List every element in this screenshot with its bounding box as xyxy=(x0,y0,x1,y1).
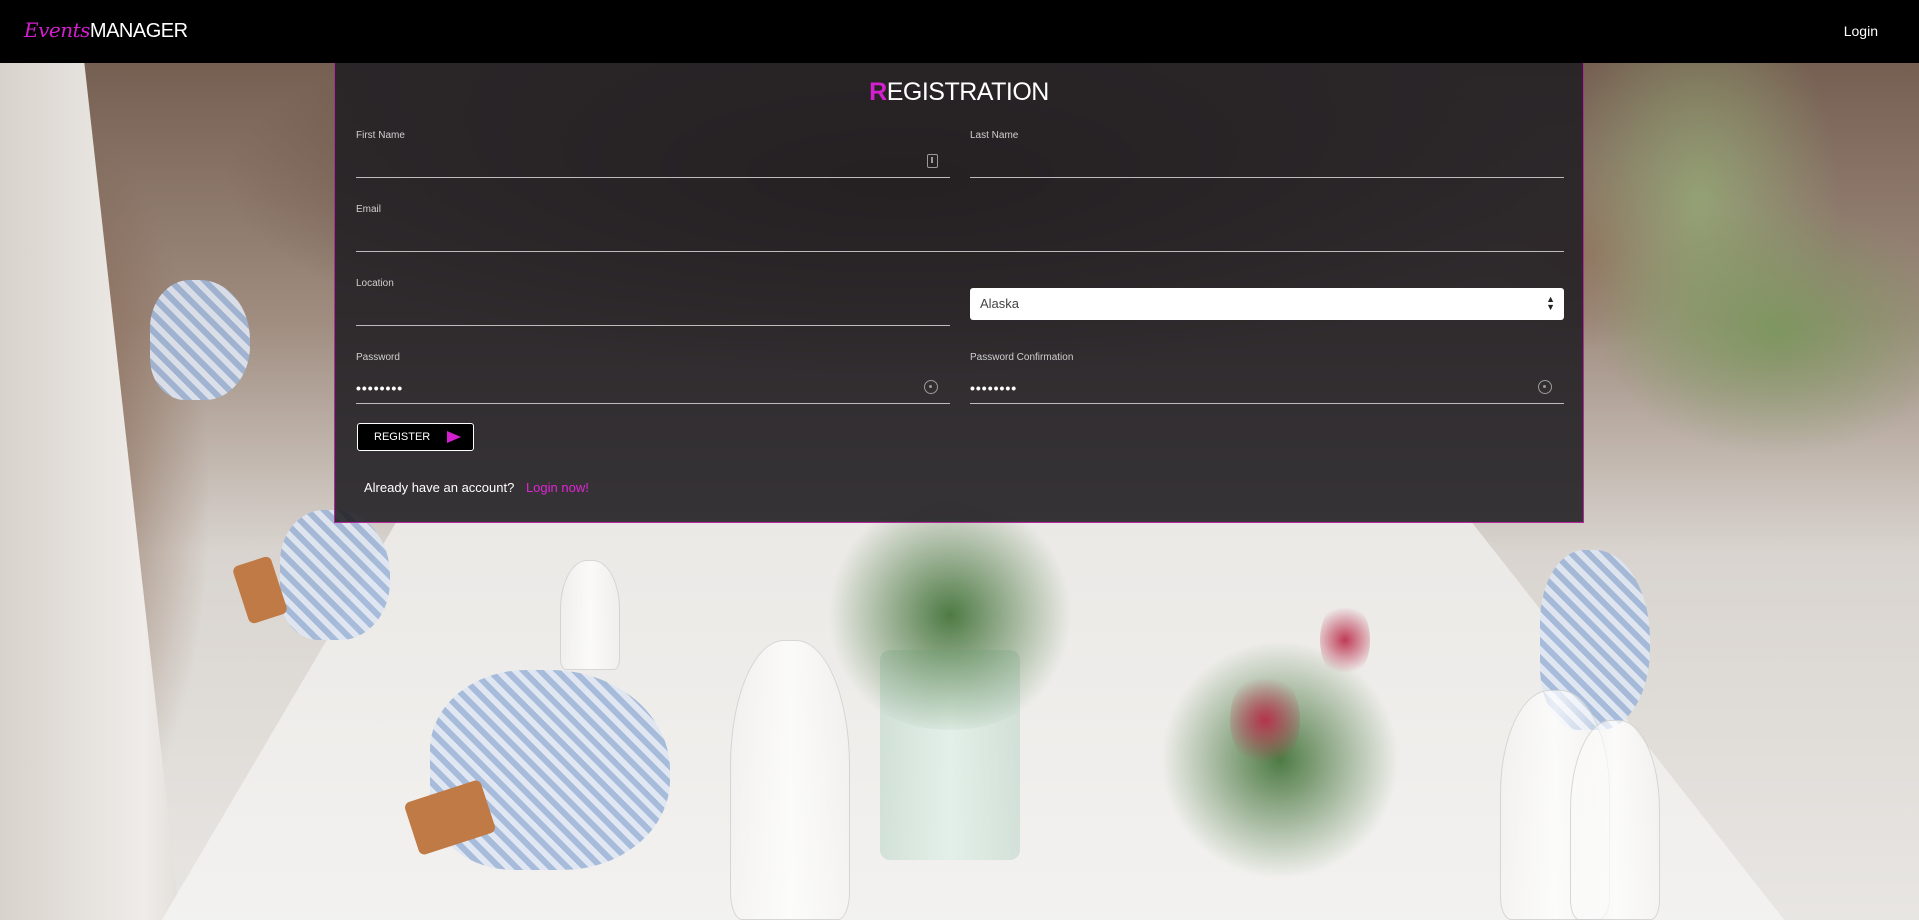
brand-script-text: Events xyxy=(24,18,90,42)
registration-panel: REGISTRATION First Name Last Name Email … xyxy=(334,63,1584,523)
last-name-label: Last Name xyxy=(970,130,1019,141)
last-name-underline xyxy=(970,177,1564,178)
password-label: Password xyxy=(356,352,400,363)
location-label: Location xyxy=(356,278,394,289)
napkin-decor xyxy=(150,280,250,400)
password-field: Password xyxy=(356,352,950,404)
account-prompt-text: Already have an account? xyxy=(364,480,515,495)
location-field: Location xyxy=(356,278,950,326)
email-input[interactable] xyxy=(356,224,1564,248)
brand-logo[interactable]: Events MANAGER xyxy=(24,18,188,43)
napkin-decor xyxy=(280,510,390,640)
password-underline xyxy=(356,403,950,404)
title-rest: EGISTRATION xyxy=(886,78,1050,106)
state-selected-value: Alaska xyxy=(980,296,1020,311)
state-select[interactable]: Alaska ▲ ▼ xyxy=(970,288,1564,320)
location-underline xyxy=(356,325,950,326)
password-confirmation-underline xyxy=(970,403,1564,404)
last-name-field: Last Name xyxy=(970,130,1564,178)
glass-decor xyxy=(1570,720,1660,920)
last-name-input[interactable] xyxy=(970,150,1564,174)
page-title: REGISTRATION xyxy=(335,78,1583,107)
eye-icon[interactable] xyxy=(1538,380,1552,394)
first-name-label: First Name xyxy=(356,130,405,141)
top-navbar: Events MANAGER Login xyxy=(0,0,1919,63)
login-prompt: Already have an account? Login now! xyxy=(364,480,589,495)
sort-arrows-icon: ▲ ▼ xyxy=(1546,294,1555,312)
id-card-icon xyxy=(927,154,938,168)
first-name-field: First Name xyxy=(356,130,950,178)
title-first-letter: R xyxy=(869,78,887,106)
password-confirmation-input[interactable] xyxy=(970,376,1564,400)
login-link[interactable]: Login xyxy=(1844,23,1878,39)
login-now-link[interactable]: Login now! xyxy=(526,480,589,495)
brand-main-text: MANAGER xyxy=(89,20,188,42)
send-icon xyxy=(447,431,461,443)
first-name-input[interactable] xyxy=(356,150,950,174)
password-confirmation-label: Password Confirmation xyxy=(970,352,1074,363)
glass-decor xyxy=(560,560,620,670)
email-field: Email xyxy=(356,204,1564,252)
greenery-decor xyxy=(820,500,1080,730)
eye-icon[interactable] xyxy=(924,380,938,394)
email-underline xyxy=(356,251,1564,252)
email-label: Email xyxy=(356,204,382,215)
glass-decor xyxy=(730,640,850,920)
register-button-label: REGISTER xyxy=(374,431,431,443)
flower-decor xyxy=(1230,670,1300,770)
chairs-decor xyxy=(0,60,180,920)
password-confirmation-field: Password Confirmation xyxy=(970,352,1564,404)
flower-decor xyxy=(1320,600,1370,680)
location-input[interactable] xyxy=(356,298,950,322)
password-input[interactable] xyxy=(356,376,950,400)
register-button[interactable]: REGISTER xyxy=(357,423,474,451)
first-name-underline xyxy=(356,177,950,178)
